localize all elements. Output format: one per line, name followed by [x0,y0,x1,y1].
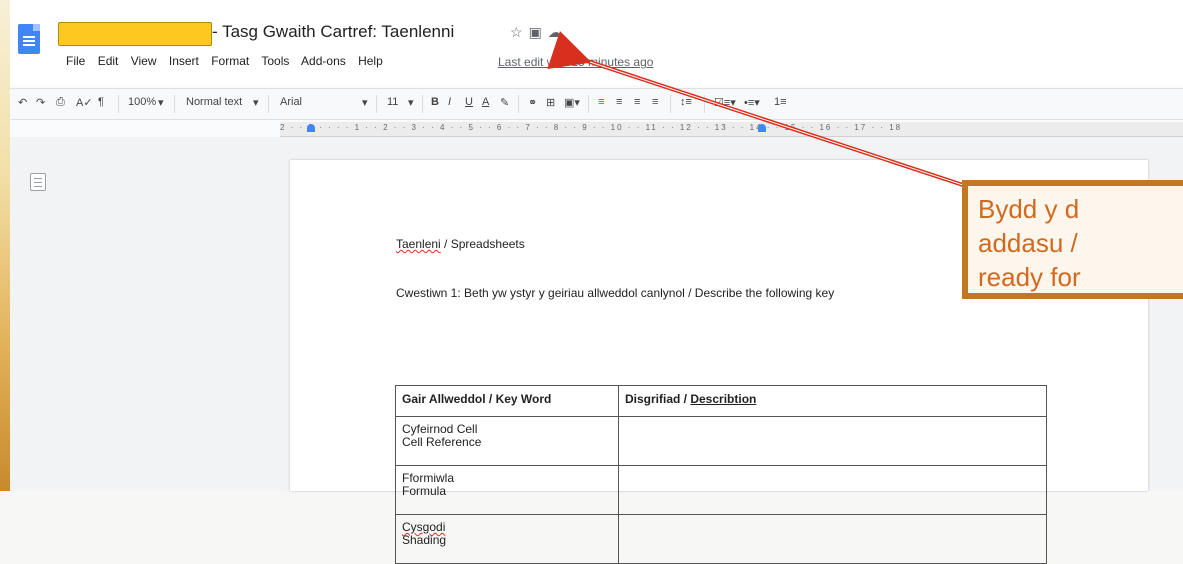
table-cell-description[interactable] [618,514,1047,564]
annotation-callout: Bydd y d addasu / ready for [962,180,1183,299]
table-cell-keyword[interactable]: Cysgodi Shading [395,514,619,564]
keyword-english: Shading [402,533,447,547]
callout-line-3: ready for [978,262,1081,292]
table-row: Cysgodi Shading [395,514,1047,564]
arrow-highlight [589,61,973,189]
keyword-welsh: Cysgodi [402,520,446,534]
callout-text: Bydd y d addasu / ready for [978,192,1081,294]
callout-line-1: Bydd y d [978,194,1080,224]
callout-line-2: addasu / [978,228,1078,258]
